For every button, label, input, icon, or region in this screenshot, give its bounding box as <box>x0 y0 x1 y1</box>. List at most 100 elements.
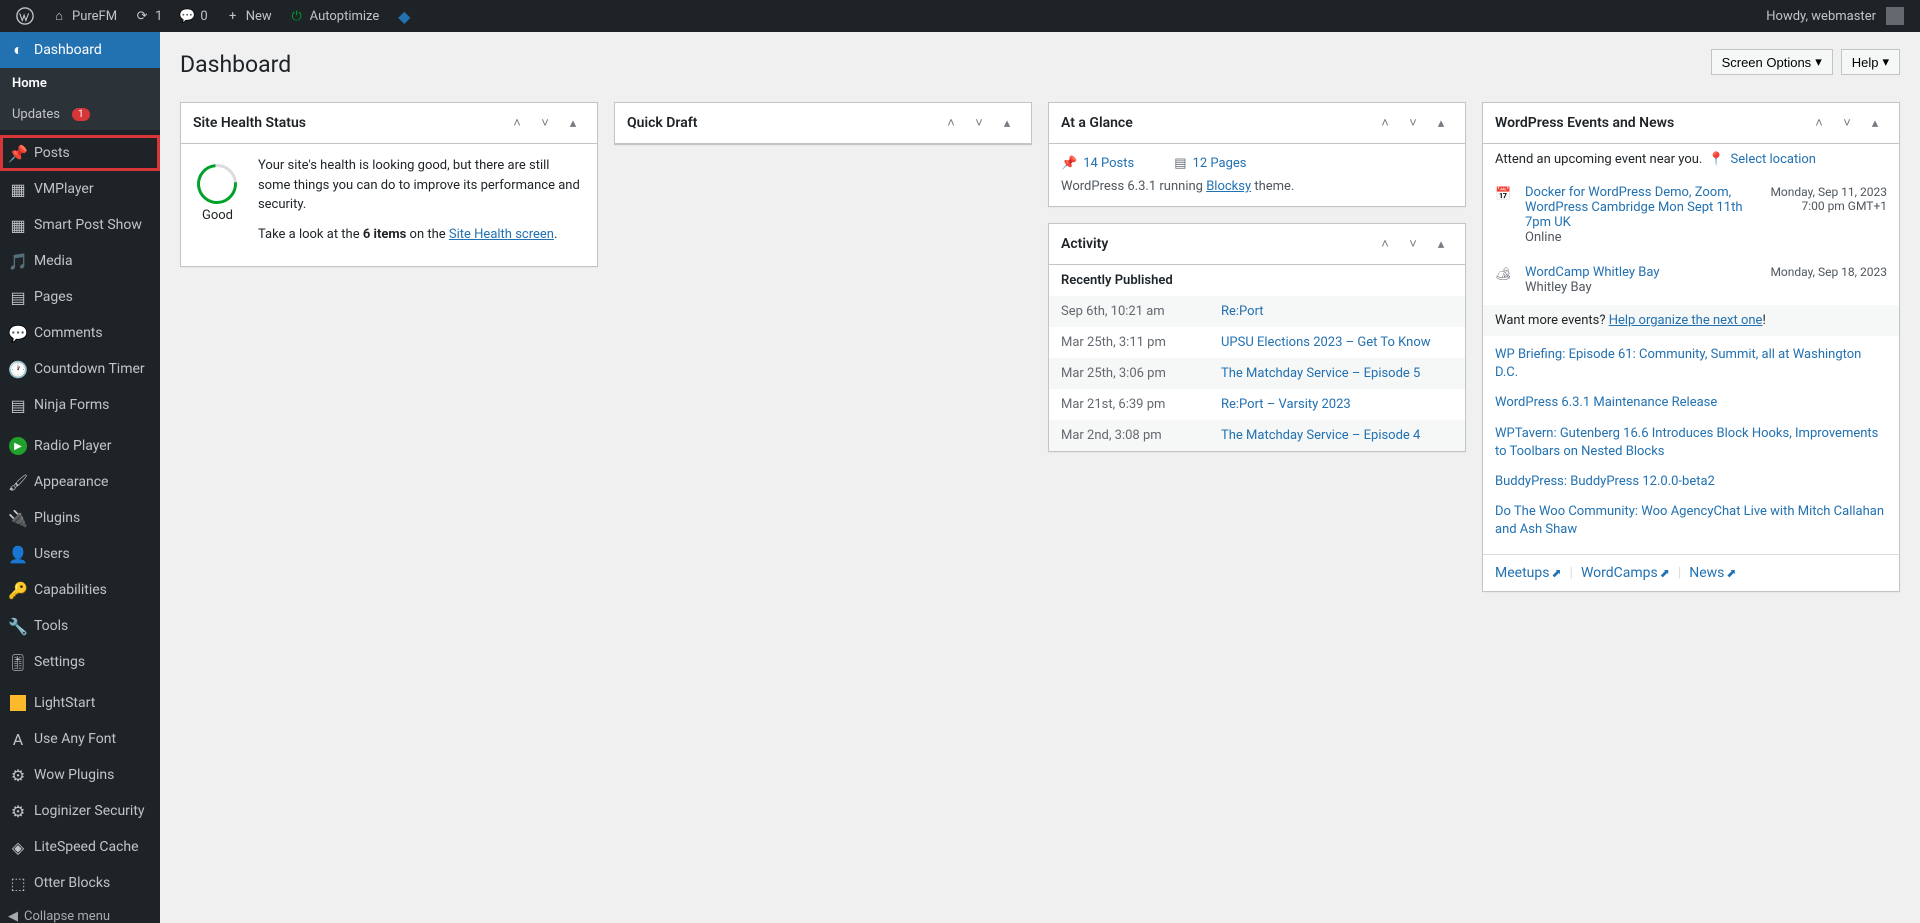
activity-date: Mar 25th, 3:06 pm <box>1061 366 1201 381</box>
menu-otter-blocks[interactable]: ⬚Otter Blocks <box>0 865 160 901</box>
news-link[interactable]: News⬈ <box>1689 565 1736 581</box>
meetup-icon: 📅 <box>1495 185 1515 202</box>
move-up-button[interactable]: ˄ <box>1373 111 1397 135</box>
glance-pages-link[interactable]: ▤12 Pages <box>1174 156 1246 171</box>
comments-link[interactable]: 💬0 <box>170 0 215 32</box>
quick-draft-widget: Quick Draft ˄ ˅ ▴ <box>614 102 1032 145</box>
wordcamps-link[interactable]: WordCamps⬈ <box>1581 565 1670 581</box>
news-item-link[interactable]: WPTavern: Gutenberg 16.6 Introduces Bloc… <box>1495 419 1887 467</box>
menu-users[interactable]: 👤Users <box>0 536 160 572</box>
news-item-link[interactable]: BuddyPress: BuddyPress 12.0.0-beta2 <box>1495 467 1887 497</box>
howdy-text: Howdy, webmaster <box>1766 9 1876 24</box>
activity-date: Mar 2nd, 3:08 pm <box>1061 428 1201 443</box>
toggle-button[interactable]: ▴ <box>995 111 1019 135</box>
toggle-button[interactable]: ▴ <box>1429 111 1453 135</box>
menu-appearance[interactable]: 🖌Appearance <box>0 464 160 500</box>
speech-bubble-icon: 💬 <box>178 7 196 25</box>
account-link[interactable]: Howdy, webmaster <box>1758 0 1912 32</box>
updates-badge: 1 <box>72 108 90 121</box>
menu-litespeed[interactable]: ◈LiteSpeed Cache <box>0 829 160 865</box>
toggle-button[interactable]: ▴ <box>1863 111 1887 135</box>
screen-options-button[interactable]: Screen Options▾ <box>1711 49 1833 75</box>
meetups-link[interactable]: Meetups⬈ <box>1495 565 1562 581</box>
news-list: WP Briefing: Episode 61: Community, Summ… <box>1483 336 1899 554</box>
menu-wow-plugins[interactable]: ⚙Wow Plugins <box>0 757 160 793</box>
grid-icon: ▦ <box>8 215 28 235</box>
news-item-link[interactable]: Do The Woo Community: Woo AgencyChat Liv… <box>1495 497 1887 545</box>
menu-countdown[interactable]: 🕐Countdown Timer <box>0 351 160 387</box>
event-title-link[interactable]: Docker for WordPress Demo, Zoom, WordPre… <box>1525 185 1743 230</box>
move-up-button[interactable]: ˄ <box>1373 232 1397 256</box>
menu-pages[interactable]: ▤Pages <box>0 279 160 315</box>
submenu-home[interactable]: Home <box>0 68 160 99</box>
menu-use-any-font[interactable]: AUse Any Font <box>0 721 160 757</box>
diamond-icon: ◆ <box>395 7 413 25</box>
menu-capabilities[interactable]: 🔑Capabilities <box>0 572 160 608</box>
widget-title: WordPress Events and News <box>1495 115 1674 131</box>
site-home-link[interactable]: ⌂PureFM <box>42 0 125 32</box>
move-down-button[interactable]: ˅ <box>1835 111 1859 135</box>
help-button[interactable]: Help▾ <box>1841 49 1900 75</box>
menu-smart-post-show[interactable]: ▦Smart Post Show <box>0 207 160 243</box>
menu-loginizer[interactable]: ⚙Loginizer Security <box>0 793 160 829</box>
widget-title: Activity <box>1061 236 1108 252</box>
blue-diamond-link[interactable]: ◆ <box>387 0 421 32</box>
menu-posts[interactable]: 📌Posts <box>0 135 160 171</box>
menu-radio-player[interactable]: ▶Radio Player <box>0 428 160 464</box>
autoptimize-label: Autoptimize <box>310 9 380 24</box>
menu-plugins[interactable]: 🔌Plugins <box>0 500 160 536</box>
power-icon: ⏻ <box>288 7 306 25</box>
news-item-link[interactable]: WP Briefing: Episode 61: Community, Summ… <box>1495 340 1887 388</box>
activity-row: Mar 25th, 3:06 pm The Matchday Service – … <box>1049 358 1465 389</box>
wordcamp-icon: 🏕 <box>1495 265 1515 282</box>
organize-link[interactable]: Help organize the next one <box>1609 313 1763 328</box>
media-icon: 🎵 <box>8 251 28 271</box>
move-down-button[interactable]: ˅ <box>1401 232 1425 256</box>
toggle-button[interactable]: ▴ <box>1429 232 1453 256</box>
events-list: 📅 Docker for WordPress Demo, Zoom, WordPr… <box>1483 175 1899 305</box>
collapse-menu[interactable]: ◀Collapse menu <box>0 901 160 923</box>
wp-logo[interactable] <box>8 0 42 32</box>
menu-comments[interactable]: 💬Comments <box>0 315 160 351</box>
menu-lightstart[interactable]: LightStart <box>0 685 160 721</box>
move-up-button[interactable]: ˄ <box>939 111 963 135</box>
activity-post-link[interactable]: UPSU Elections 2023 – Get To Know <box>1221 335 1453 350</box>
health-status: Good <box>193 208 242 223</box>
events-news-widget: WordPress Events and News ˄ ˅ ▴ Attend a… <box>1482 102 1900 592</box>
activity-widget: Activity ˄ ˅ ▴ Recently Published Sep 6t… <box>1048 223 1466 452</box>
event-title-link[interactable]: WordCamp Whitley Bay <box>1525 265 1660 280</box>
location-pin-icon: 📍 <box>1708 152 1724 167</box>
activity-post-link[interactable]: The Matchday Service – Episode 4 <box>1221 428 1453 443</box>
menu-tools[interactable]: 🔧Tools <box>0 608 160 644</box>
want-more-events: Want more events? Help organize the next… <box>1483 305 1899 336</box>
activity-post-link[interactable]: Re:Port <box>1221 304 1453 319</box>
plus-icon: + <box>224 7 242 25</box>
brush-icon: 🖌 <box>8 472 28 492</box>
glance-posts-link[interactable]: 📌14 Posts <box>1061 156 1134 171</box>
move-down-button[interactable]: ˅ <box>967 111 991 135</box>
menu-settings[interactable]: 🎚Settings <box>0 644 160 680</box>
menu-dashboard[interactable]: ◐Dashboard <box>0 32 160 68</box>
toggle-button[interactable]: ▴ <box>561 111 585 135</box>
activity-post-link[interactable]: Re:Port – Varsity 2023 <box>1221 397 1453 412</box>
activity-post-link[interactable]: The Matchday Service – Episode 5 <box>1221 366 1453 381</box>
new-content-link[interactable]: +New <box>216 0 280 32</box>
submenu-updates[interactable]: Updates1 <box>0 99 160 130</box>
wrench-icon: 🔧 <box>8 616 28 636</box>
otter-icon: ⬚ <box>8 873 28 893</box>
site-health-link[interactable]: Site Health screen <box>449 227 554 242</box>
move-up-button[interactable]: ˄ <box>505 111 529 135</box>
menu-ninja-forms[interactable]: ▤Ninja Forms <box>0 387 160 423</box>
autoptimize-link[interactable]: ⏻ Autoptimize <box>280 0 388 32</box>
menu-vmplayer[interactable]: ▦VMPlayer <box>0 171 160 207</box>
theme-link[interactable]: Blocksy <box>1206 179 1251 194</box>
updates-link[interactable]: ⟳1 <box>125 0 170 32</box>
external-link-icon: ⬈ <box>1551 566 1561 580</box>
move-down-button[interactable]: ˅ <box>533 111 557 135</box>
move-down-button[interactable]: ˅ <box>1401 111 1425 135</box>
move-up-button[interactable]: ˄ <box>1807 111 1831 135</box>
menu-media[interactable]: 🎵Media <box>0 243 160 279</box>
comment-icon: 💬 <box>8 323 28 343</box>
select-location-link[interactable]: Select location <box>1731 152 1816 167</box>
news-item-link[interactable]: WordPress 6.3.1 Maintenance Release <box>1495 388 1887 418</box>
